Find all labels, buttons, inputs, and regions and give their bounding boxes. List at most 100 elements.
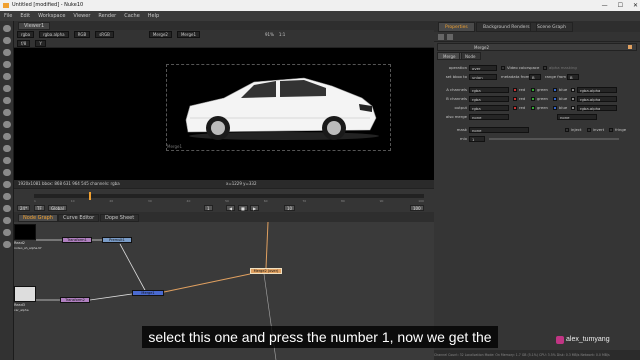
step-field[interactable]: 10	[284, 205, 296, 211]
clear-panels-icon[interactable]	[447, 34, 453, 40]
tab-node[interactable]: Node	[459, 52, 482, 60]
channels-dropdown[interactable]: rgba	[17, 31, 35, 38]
video-colorspace-checkbox[interactable]	[501, 66, 505, 70]
menu-workspace[interactable]: Workspace	[38, 11, 65, 21]
out-green-checkbox[interactable]	[531, 106, 535, 110]
play-forward-button[interactable]: ▶	[250, 205, 260, 211]
alpha-channel-dropdown[interactable]: rgba.alpha	[39, 31, 69, 38]
particles-icon[interactable]	[3, 205, 11, 212]
also-merge-dropdown[interactable]: none	[469, 114, 509, 120]
furnace-icon[interactable]	[3, 193, 11, 200]
channel-icon[interactable]	[3, 61, 11, 68]
zoom-level[interactable]: 91%	[265, 30, 274, 39]
menu-cache[interactable]: Cache	[124, 11, 140, 21]
mask-dropdown[interactable]: none	[469, 127, 529, 133]
tab-properties[interactable]: Properties	[438, 22, 475, 32]
filter-icon[interactable]	[3, 85, 11, 92]
a-alpha-checkbox[interactable]	[571, 88, 575, 92]
menu-render[interactable]: Render	[98, 11, 116, 21]
mix-field[interactable]: 1	[469, 136, 485, 142]
metadata-icon[interactable]	[3, 157, 11, 164]
inject-checkbox[interactable]	[565, 128, 569, 132]
range-from-dropdown[interactable]: B	[567, 74, 579, 80]
a-alpha-dropdown[interactable]: rgba.alpha	[577, 87, 617, 93]
input-b-dropdown[interactable]: Merge1	[176, 31, 200, 38]
a-green-checkbox[interactable]	[531, 88, 535, 92]
tab-background-renders[interactable]: Background Renders	[476, 22, 537, 32]
end-frame-field[interactable]: 100	[410, 205, 424, 211]
transform2-node[interactable]: Transform2	[60, 297, 90, 303]
transform1-node[interactable]: Transform1	[62, 237, 92, 243]
b-green-checkbox[interactable]	[531, 97, 535, 101]
merge2-node[interactable]: Merge2 (over)	[250, 268, 282, 274]
b-alpha-checkbox[interactable]	[571, 97, 575, 101]
a-blue-checkbox[interactable]	[553, 88, 557, 92]
colorspace-dropdown[interactable]: RGB	[73, 31, 91, 38]
menu-viewer[interactable]: Viewer	[73, 11, 90, 21]
menu-file[interactable]: File	[4, 11, 12, 21]
also-merge-dropdown-2[interactable]: none	[557, 114, 597, 120]
frame-field[interactable]: f/8	[17, 40, 31, 47]
premult1-node[interactable]: Premult1	[102, 237, 132, 243]
lut-dropdown[interactable]: sRGB	[95, 31, 114, 38]
metadata-from-dropdown[interactable]: B	[529, 74, 541, 80]
node-name-field[interactable]: Merge2	[474, 44, 489, 51]
set-bbox-dropdown[interactable]: union	[469, 74, 497, 80]
maximize-button[interactable]: ☐	[618, 0, 623, 11]
out-alpha-checkbox[interactable]	[571, 106, 575, 110]
deep-icon[interactable]	[3, 217, 11, 224]
play-backward-button[interactable]: ◀	[226, 205, 236, 211]
b-channels-dropdown[interactable]: rgba	[469, 96, 509, 102]
3d-icon[interactable]	[3, 133, 11, 140]
tab-node-graph[interactable]: Node Graph	[18, 214, 58, 222]
b-red-checkbox[interactable]	[513, 97, 517, 101]
alpha-masking-checkbox[interactable]	[543, 66, 547, 70]
operation-dropdown[interactable]: over	[469, 65, 497, 71]
b-blue-checkbox[interactable]	[553, 97, 557, 101]
keyer-icon[interactable]	[3, 97, 11, 104]
y-field[interactable]: Y	[35, 40, 46, 47]
ratio-display[interactable]: 1:1	[279, 30, 285, 39]
draw-icon[interactable]	[3, 37, 11, 44]
a-channels-dropdown[interactable]: rgba	[469, 87, 509, 93]
timeline-track[interactable]	[34, 192, 424, 200]
image-icon[interactable]	[3, 25, 11, 32]
transform-icon[interactable]	[3, 121, 11, 128]
b-alpha-dropdown[interactable]: rgba.alpha	[577, 96, 617, 102]
fringe-checkbox[interactable]	[609, 128, 613, 132]
out-red-checkbox[interactable]	[513, 106, 517, 110]
color-icon[interactable]	[3, 73, 11, 80]
views-icon[interactable]	[3, 145, 11, 152]
out-blue-checkbox[interactable]	[553, 106, 557, 110]
a-red-checkbox[interactable]	[513, 88, 517, 92]
tab-curve-editor[interactable]: Curve Editor	[58, 214, 100, 222]
tab-merge[interactable]: Merge	[437, 52, 462, 60]
range-dropdown[interactable]: Global	[48, 205, 67, 211]
tab-viewer1[interactable]: Viewer1	[18, 22, 51, 30]
fps-field[interactable]: 24*	[17, 205, 31, 211]
time-icon[interactable]	[3, 49, 11, 56]
tab-dope-sheet[interactable]: Dope Sheet	[100, 214, 140, 222]
max-panels-icon[interactable]	[438, 34, 444, 40]
toolsets-icon[interactable]	[3, 169, 11, 176]
output-dropdown[interactable]: rgba	[469, 105, 509, 111]
input-a-dropdown[interactable]: Merge2	[148, 31, 172, 38]
read2-thumbnail[interactable]	[14, 224, 36, 240]
merge-icon[interactable]	[3, 109, 11, 116]
close-button[interactable]: ✕	[633, 0, 638, 11]
gizmo-icon[interactable]	[3, 241, 11, 248]
viewer-viewport[interactable]: Merge1	[14, 48, 434, 180]
other-icon[interactable]	[3, 181, 11, 188]
out-alpha-dropdown[interactable]: rgba.alpha	[577, 105, 617, 111]
python-icon[interactable]	[3, 229, 11, 236]
tf-mode[interactable]: TF	[34, 205, 45, 211]
merge1-node[interactable]: Merge1	[132, 290, 164, 296]
invert-checkbox[interactable]	[587, 128, 591, 132]
frame-field[interactable]: 1	[204, 205, 213, 211]
mix-slider[interactable]	[489, 138, 619, 140]
menu-edit[interactable]: Edit	[20, 11, 30, 21]
stop-button[interactable]: ■	[238, 205, 248, 211]
tab-scene-graph[interactable]: Scene Graph	[530, 22, 573, 32]
node-color-swatch[interactable]	[628, 45, 632, 49]
read3-thumbnail[interactable]	[14, 286, 36, 302]
